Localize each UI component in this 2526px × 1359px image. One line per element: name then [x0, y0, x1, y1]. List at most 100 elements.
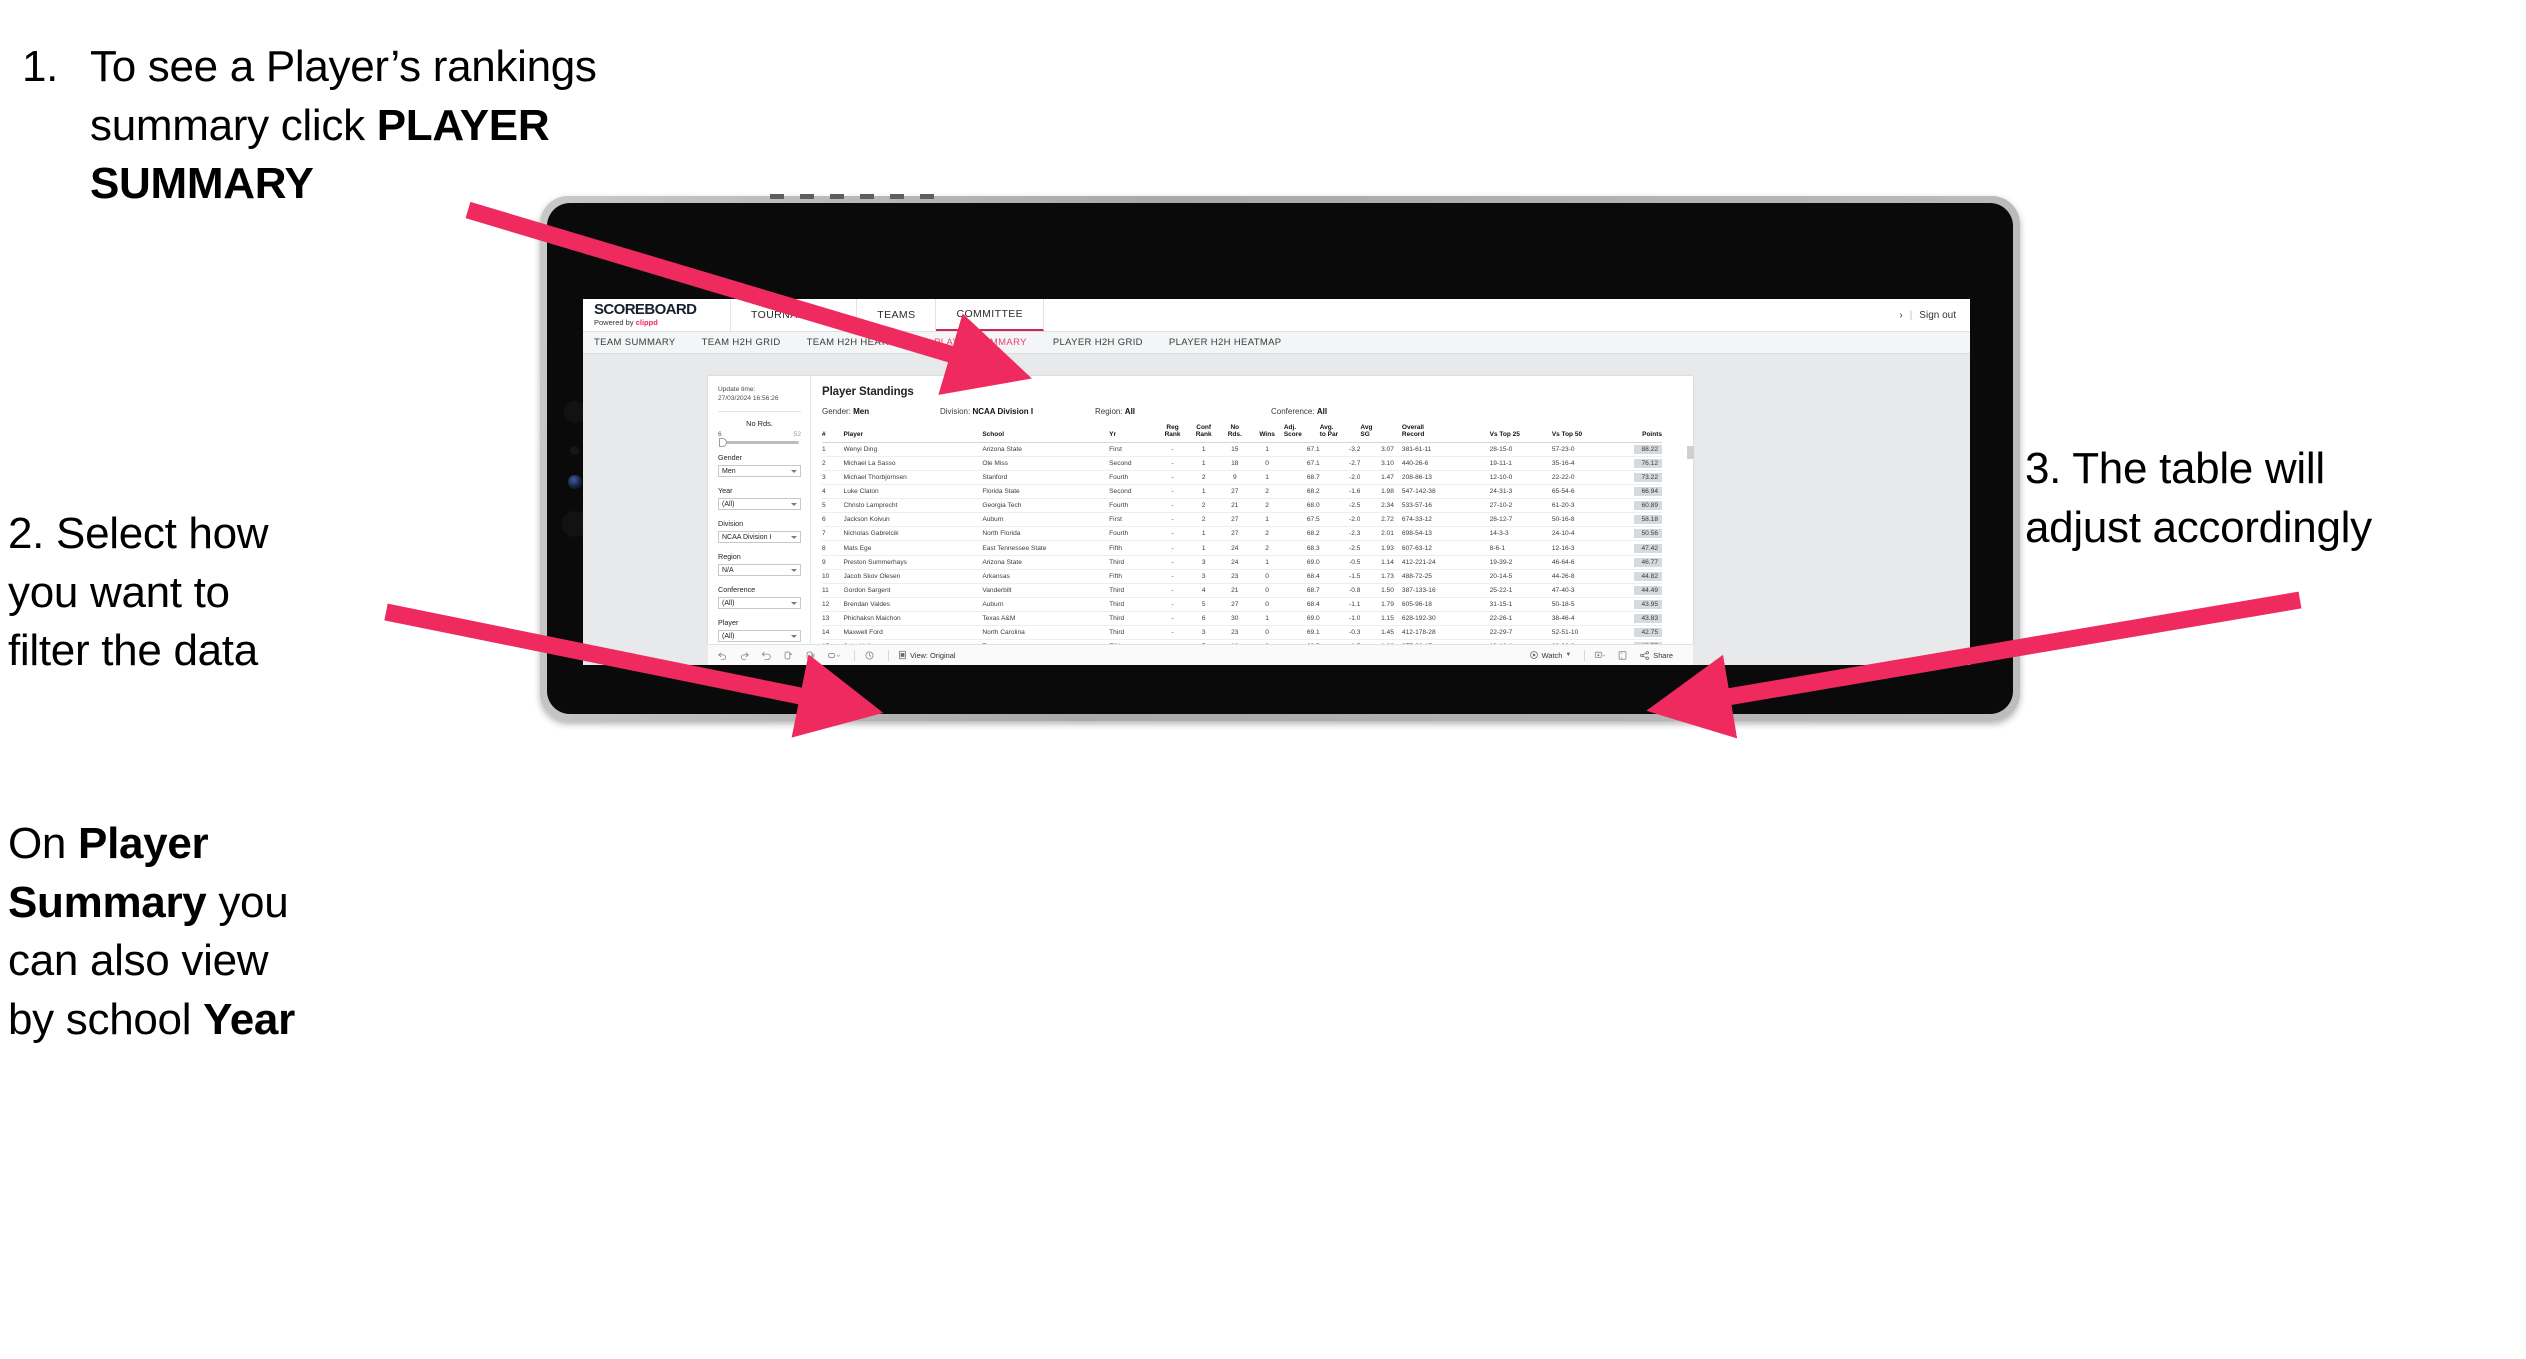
refresh-data-icon[interactable]: [783, 650, 794, 661]
table-row[interactable]: 6 Jackson Koivun Auburn First -2 27 1 67.5 -2.0 2…: [822, 512, 1662, 528]
year-select[interactable]: (All): [718, 498, 801, 510]
toolbar-divider-2: [888, 649, 889, 661]
cell-par: -3.2: [1319, 442, 1361, 457]
table-scrollbar[interactable]: [1687, 446, 1694, 459]
col-vs-top-25[interactable]: Vs Top 25: [1489, 424, 1552, 443]
col-conf-rank[interactable]: Conf Rank: [1188, 424, 1220, 443]
table-row[interactable]: 5 Christo Lamprecht Georgia Tech Fourth -2 21…: [822, 498, 1662, 514]
cell-t50: 38-46-4: [1551, 611, 1615, 627]
cell-par: -1.5: [1319, 569, 1361, 584]
table-header: # Player School Yr Reg Rank Conf Rank No Rd…: [822, 424, 1662, 443]
player-select[interactable]: (All): [718, 630, 801, 642]
secondary-nav: TEAM SUMMARY TEAM H2H GRID TEAM H2H HEAT…: [583, 331, 1970, 354]
meta-gender: Gender: Men: [822, 407, 940, 416]
cell-t50: 65-54-6: [1551, 484, 1615, 500]
col-points[interactable]: Points: [1614, 424, 1662, 443]
tab-team-summary[interactable]: TEAM SUMMARY: [594, 337, 676, 348]
download-icon[interactable]: [1594, 650, 1606, 661]
meta-gender-value: Men: [853, 407, 870, 416]
tab-team-h2h-heatmap[interactable]: TEAM H2H HEATMAP: [807, 337, 909, 348]
view-original-button[interactable]: View: Original: [898, 650, 955, 660]
cell-player: Preston Summerhays: [843, 555, 983, 570]
table-row[interactable]: 8 Mats Ege East Tennessee State Fifth -1 24 2 6…: [822, 540, 1662, 556]
col-wins[interactable]: Wins: [1250, 424, 1284, 443]
tab-player-summary[interactable]: PLAYER SUMMARY: [934, 337, 1027, 348]
watch-caret-icon: ▼: [1565, 652, 1572, 658]
nav-tournaments[interactable]: TOURNAMENTS: [731, 299, 858, 331]
table-row[interactable]: 11 Gordon Sargent Vanderbilt Third -4 21 0 68.7…: [822, 583, 1662, 598]
col-school[interactable]: School: [982, 424, 1110, 443]
sign-out-link[interactable]: Sign out: [1919, 310, 1956, 321]
table-row[interactable]: 4 Luke Claton Florida State Second -1 27 2 68.2…: [822, 484, 1662, 500]
gender-select[interactable]: Men: [718, 465, 801, 477]
col-adj-score[interactable]: Adj. Score: [1283, 424, 1320, 443]
cell-t25: 22-29-7: [1489, 625, 1552, 641]
watch-button[interactable]: Watch ▼: [1529, 650, 1572, 660]
meta-conference: Conference: All: [1271, 407, 1327, 416]
cell-n: 7: [822, 526, 844, 542]
table-row[interactable]: 13 Phichaksn Maichon Texas A&M Third -6 30 1 69…: [822, 611, 1662, 627]
player-label: Player: [718, 618, 739, 627]
cell-rec: 533-57-16: [1393, 498, 1490, 514]
undo-icon[interactable]: [717, 650, 728, 661]
points-value: 73.22: [1634, 473, 1662, 483]
table-row[interactable]: 7 Nicholas Gabrelcik North Florida Fourth -1…: [822, 526, 1662, 542]
points-value: 47.42: [1634, 543, 1662, 553]
share-button[interactable]: Share: [1639, 650, 1673, 661]
header-divider: |: [1909, 309, 1913, 321]
region-select[interactable]: N/A: [718, 564, 801, 576]
cell-reg: -: [1157, 484, 1189, 500]
col-overall-record[interactable]: Overall Record: [1393, 424, 1490, 443]
table-row[interactable]: 3 Michael Thorbjornsen Stanford Fourth -2 9 1 6…: [822, 470, 1662, 486]
points-value: 42.75: [1634, 628, 1662, 638]
cell-conf: 1: [1188, 442, 1220, 457]
no-rounds-slider-handle[interactable]: [719, 438, 727, 447]
cell-n: 9: [822, 555, 844, 570]
col-avg-to-par[interactable]: Avg. to Par: [1319, 424, 1361, 443]
tab-player-h2h-heatmap[interactable]: PLAYER H2H HEATMAP: [1169, 337, 1282, 348]
tab-team-h2h-grid[interactable]: TEAM H2H GRID: [702, 337, 781, 348]
conference-value: (All): [722, 599, 735, 607]
table-row[interactable]: 14 Maxwell Ford North Carolina Third -3 23 0 69…: [822, 625, 1662, 641]
table-row[interactable]: 9 Preston Summerhays Arizona State Third -3 2…: [822, 555, 1662, 570]
table-row[interactable]: 10 Jacob Skov Olesen Arkansas Fifth -3 23 0 68.…: [822, 569, 1662, 584]
no-rounds-slider[interactable]: [719, 438, 799, 447]
tab-player-h2h-grid[interactable]: PLAYER H2H GRID: [1053, 337, 1143, 348]
table-row[interactable]: 1 Wenyi Ding Arizona State First -1 15 1 67.1 -3…: [822, 442, 1662, 457]
col-reg-rank[interactable]: Reg Rank: [1157, 424, 1189, 443]
cell-reg: -: [1157, 611, 1189, 627]
refresh-icon[interactable]: [864, 650, 875, 661]
nav-teams[interactable]: TEAMS: [857, 299, 937, 331]
nav-committee[interactable]: COMMITTEE: [936, 299, 1045, 331]
col-rank[interactable]: #: [822, 424, 844, 443]
conference-select[interactable]: (All): [718, 597, 801, 609]
cell-n: 11: [822, 583, 844, 598]
col-player[interactable]: Player: [843, 424, 983, 443]
full-screen-icon[interactable]: [1617, 650, 1628, 661]
tablet-speaker-grille: [770, 194, 940, 199]
redo-icon[interactable]: [739, 650, 750, 661]
cell-conf: 4: [1188, 583, 1220, 598]
cell-t50: 47-40-3: [1551, 583, 1615, 598]
table-row[interactable]: 12 Brendan Valdes Auburn Third -5 27 0 68.4 -1.1…: [822, 597, 1662, 612]
cell-conf: 1: [1188, 526, 1220, 542]
col-no-rds[interactable]: No Rds.: [1219, 424, 1251, 443]
cell-sg: 1.47: [1360, 470, 1394, 486]
annotation-1-bold-summary: SUMMARY: [90, 159, 314, 209]
cell-reg: -: [1157, 470, 1189, 486]
cell-rec: 412-221-24: [1393, 555, 1490, 570]
account-chevron-icon[interactable]: ›: [1899, 310, 1902, 321]
cell-t25: 28-12-7: [1489, 512, 1552, 528]
table-row[interactable]: 2 Michael La Sasso Ole Miss Second -1 18 0 67.1…: [822, 456, 1662, 472]
cell-rec: 381-61-11: [1393, 442, 1490, 457]
app-logo[interactable]: SCOREBOARD Powered by clippd: [583, 299, 731, 331]
revert-icon[interactable]: [761, 650, 772, 661]
pause-updates-icon[interactable]: [805, 650, 816, 661]
cell-t25: 24-31-3: [1489, 484, 1552, 500]
points-value: 66.94: [1634, 487, 1662, 497]
col-avg-sg[interactable]: Avg SG: [1360, 424, 1394, 443]
col-vs-top-50[interactable]: Vs Top 50: [1551, 424, 1615, 443]
col-year[interactable]: Yr: [1109, 424, 1158, 443]
device-layout-icon[interactable]: [827, 650, 841, 661]
division-select[interactable]: NCAA Division I: [718, 531, 801, 543]
